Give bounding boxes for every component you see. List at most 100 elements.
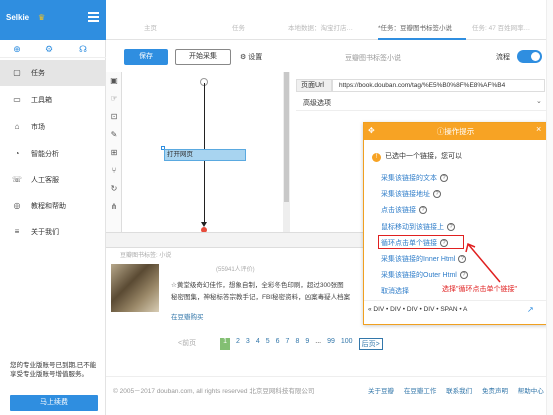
- page-link[interactable]: 4: [256, 338, 260, 350]
- settings-button[interactable]: ⚙ 设置: [240, 52, 262, 62]
- help-icon[interactable]: ?: [419, 206, 427, 214]
- tab-bar: 主页 任务 本地数据：淘宝打店… *任务：豆瓣图书标签小说 任务: 47 百姓网…: [106, 18, 553, 40]
- tab-local-data[interactable]: 本地数据：淘宝打店…: [288, 18, 374, 40]
- option-collect-url[interactable]: 采集该链接地址?: [381, 189, 441, 199]
- tips-status-text: 已选中一个链接，您可以: [385, 153, 462, 160]
- page-link[interactable]: 5: [266, 338, 270, 350]
- workflow-toolbox: ▣ ☞ ⊡ ✎ ⊞ ⑂ ↻ ⋔: [106, 72, 122, 232]
- tab-current-task[interactable]: *任务：豆瓣图书标签小说: [378, 18, 466, 40]
- page-link[interactable]: 9: [305, 338, 309, 350]
- sidebar-item-about[interactable]: ≡ 关于我们: [0, 219, 106, 245]
- next-page[interactable]: 后页>: [358, 338, 383, 350]
- plus-icon[interactable]: ⊕: [12, 44, 22, 54]
- page-url-input[interactable]: https://book.douban.com/tag/%E5%B0%8F%E8…: [332, 79, 545, 92]
- option-collect-text[interactable]: 采集该链接的文本?: [381, 173, 448, 183]
- headset-icon[interactable]: ☊: [78, 44, 88, 54]
- tips-header[interactable]: ⓘ操作提示: [364, 123, 547, 140]
- close-icon[interactable]: ×: [536, 124, 541, 134]
- page-link[interactable]: 99: [327, 338, 335, 350]
- flow-toggle[interactable]: [517, 50, 542, 63]
- edit-icon[interactable]: ✎: [109, 130, 119, 140]
- footer-link[interactable]: 免责声明: [482, 388, 508, 395]
- page-url-label: 页面Url: [296, 79, 332, 92]
- sidebar-item-help[interactable]: ◎ 教程和帮助: [0, 193, 106, 219]
- tab-task-47[interactable]: 任务: 47 百姓网率…: [472, 18, 552, 40]
- footer-link[interactable]: 关于豆瓣: [368, 388, 394, 395]
- crop-icon[interactable]: ⊡: [109, 112, 119, 122]
- advanced-options[interactable]: 高级选项: [303, 98, 331, 108]
- book-description: 秘密图集，神秘标答宗教手记，FBI秘密资料，凶案毒疑人档案: [171, 294, 351, 301]
- workflow-scrollbar-thumb[interactable]: [284, 72, 289, 202]
- chevron-down-icon[interactable]: ⌄: [536, 97, 542, 105]
- footer-link[interactable]: 在豆瓣工作: [404, 388, 437, 395]
- expand-icon[interactable]: ↗: [527, 305, 534, 314]
- divider: [106, 376, 553, 377]
- book-cover-image[interactable]: [111, 264, 159, 312]
- footer-link[interactable]: 帮助中心: [518, 388, 544, 395]
- pagination: <前页 1 2 3 4 5 6 7 8 9 ... 99 100 后页>: [178, 338, 389, 350]
- sidebar-item-support[interactable]: ☏ 人工客服: [0, 167, 106, 193]
- page-link[interactable]: 6: [276, 338, 280, 350]
- option-label: 采集该链接的Inner Html: [381, 256, 456, 263]
- flow-label: 流程: [496, 54, 510, 61]
- option-click-link[interactable]: 点击该链接?: [381, 205, 427, 215]
- window-edge: [546, 0, 553, 415]
- app-logo: Selkie: [6, 13, 30, 22]
- info-icon: ≡: [14, 227, 20, 236]
- footer-link[interactable]: 联系我们: [446, 388, 472, 395]
- warning-icon: !: [372, 153, 381, 162]
- preview-url: 豆瓣图书标签: 小说: [120, 253, 172, 259]
- option-label: 采集该链接地址: [381, 191, 430, 198]
- sidebar-item-label: 人工客服: [31, 177, 59, 184]
- account-expired-note: 您的专业版账号已到期,已不能享受专业版账号增值服务。: [10, 362, 97, 378]
- page-ellipsis: ...: [315, 338, 322, 345]
- page-link[interactable]: 8: [295, 338, 299, 350]
- book-description: ☆黄堂级奇幻佳作，想象自制，全彩冬色印刷，超过300张图: [171, 282, 344, 289]
- page-link[interactable]: 3: [246, 338, 250, 350]
- move-icon[interactable]: ✥: [368, 126, 375, 135]
- help-icon[interactable]: ?: [440, 174, 448, 182]
- tab-home[interactable]: 主页: [144, 18, 157, 40]
- option-inner-html[interactable]: 采集该链接的Inner Html?: [381, 254, 467, 264]
- sidebar-item-analytics[interactable]: ◔ 智能分析: [0, 141, 106, 167]
- sidebar-tools: ⊕ ⚙ ☊: [0, 40, 106, 58]
- element-breadcrumb[interactable]: « DIV • DIV • DIV • DIV • SPAN • A: [368, 306, 544, 313]
- cursor-icon[interactable]: ▣: [109, 76, 119, 86]
- highlight-box: [378, 235, 464, 249]
- app-header: Selkie ♛: [0, 0, 106, 40]
- gear-icon: ⚙: [240, 54, 247, 61]
- sidebar-item-label: 关于我们: [31, 229, 59, 236]
- page-link[interactable]: 7: [286, 338, 290, 350]
- current-page: 1: [220, 338, 230, 350]
- option-label: 采集该链接的Outer Html: [381, 272, 457, 279]
- refresh-icon[interactable]: ↻: [109, 184, 119, 194]
- sidebar-item-tasks[interactable]: ▢ 任务: [0, 60, 106, 86]
- tree-icon[interactable]: ⋔: [109, 202, 119, 212]
- analytics-icon: ◔: [14, 149, 20, 158]
- gear-icon[interactable]: ⚙: [44, 44, 54, 54]
- option-outer-html[interactable]: 采集该链接的Outer Html?: [381, 270, 468, 280]
- task-name: 豆瓣图书标签小说: [345, 55, 401, 62]
- option-hover-link[interactable]: 鼠标移动到该链接上?: [381, 222, 455, 232]
- sidebar-item-toolbox[interactable]: ▭ 工具箱: [0, 87, 106, 113]
- renew-button[interactable]: 马上续费: [10, 395, 98, 411]
- prev-page[interactable]: <前页: [178, 338, 196, 350]
- option-cancel[interactable]: 取消选择: [381, 286, 409, 296]
- tab-tasks[interactable]: 任务: [232, 18, 245, 40]
- buy-link[interactable]: 在豆瓣购买: [171, 311, 204, 321]
- help-icon[interactable]: ?: [447, 223, 455, 231]
- help-icon[interactable]: ?: [433, 190, 441, 198]
- start-collect-button[interactable]: 开始采集: [175, 49, 231, 65]
- open-page-node[interactable]: 打开网页: [164, 149, 246, 161]
- sidebar-item-label: 教程和帮助: [31, 203, 66, 210]
- page-link[interactable]: 100: [341, 338, 353, 350]
- sidebar-item-label: 智能分析: [31, 151, 59, 158]
- loop-icon[interactable]: ⊞: [109, 148, 119, 158]
- page-link[interactable]: 2: [236, 338, 240, 350]
- hamburger-menu-icon[interactable]: [88, 12, 99, 22]
- save-button[interactable]: 保存: [124, 49, 168, 65]
- hand-icon[interactable]: ☞: [109, 94, 119, 104]
- branch-icon[interactable]: ⑂: [109, 166, 119, 176]
- sidebar-item-label: 市场: [31, 124, 45, 131]
- sidebar-item-market[interactable]: ⌂ 市场: [0, 114, 106, 140]
